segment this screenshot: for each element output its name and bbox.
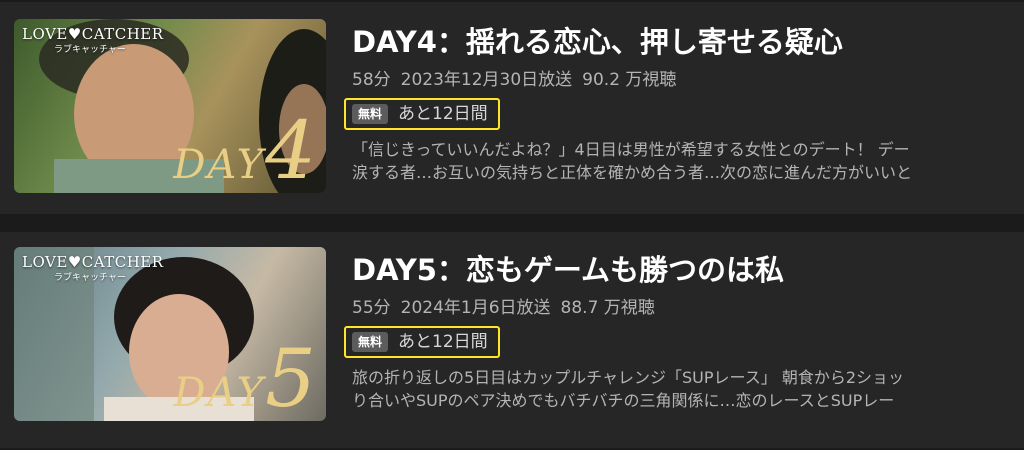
- day-mark: DAY4: [173, 111, 318, 193]
- free-badge: 無料: [352, 332, 389, 352]
- divider: [0, 215, 1024, 232]
- free-badge: 無料: [352, 104, 389, 124]
- show-logo-sub: ラブキャッチャー: [54, 273, 126, 283]
- episode-description: 旅の折り返しの5日目はカップルチャレンジ「SUPレース」 朝食から2ショッ り合…: [352, 366, 1024, 412]
- episode-item-day4[interactable]: LOVE♥CATCHER ラブキャッチャー DAY4 DAY4：揺れる恋心、押し…: [0, 2, 1024, 214]
- day-mark-number: 4: [265, 104, 318, 193]
- episode-views: 88.7 万視聴: [560, 298, 655, 318]
- episode-list: LOVE♥CATCHER ラブキャッチャー DAY4 DAY4：揺れる恋心、押し…: [0, 0, 1024, 450]
- show-logo-sub: ラブキャッチャー: [54, 45, 126, 55]
- description-line: 涙する者…お互いの気持ちと正体を確かめ合う者…次の恋に進んだ方がいいと: [352, 163, 913, 182]
- remaining-days: あと12日間: [398, 104, 488, 124]
- episode-thumbnail[interactable]: LOVE♥CATCHER ラブキャッチャー DAY5: [14, 247, 326, 421]
- day-mark-word: DAY: [173, 142, 266, 188]
- description-line: り合いやSUPのペア決めでもバチバチの三角関係に…恋のレースとSUPレー: [352, 391, 895, 410]
- show-logo: LOVE♥CATCHER: [22, 25, 164, 43]
- episode-title[interactable]: DAY4：揺れる恋心、押し寄せる疑心: [352, 20, 1024, 64]
- day-mark-number: 5: [265, 332, 318, 421]
- description-line: 旅の折り返しの5日目はカップルチャレンジ「SUPレース」 朝食から2ショッ: [352, 368, 905, 387]
- episode-thumbnail[interactable]: LOVE♥CATCHER ラブキャッチャー DAY4: [14, 19, 326, 193]
- episode-duration: 55分: [352, 298, 391, 318]
- episode-title[interactable]: DAY5：恋もゲームも勝つのは私: [352, 248, 1024, 292]
- episode-meta: 55分 2024年1月6日放送 88.7 万視聴: [352, 296, 1024, 320]
- availability-highlight: 無料 あと12日間: [344, 98, 500, 130]
- episode-description: 「信じきっていいんだよね？」4日目は男性が希望する女性とのデート！ デー 涙する…: [352, 138, 1024, 184]
- episode-item-day5[interactable]: LOVE♥CATCHER ラブキャッチャー DAY5 DAY5：恋もゲームも勝つ…: [0, 232, 1024, 448]
- episode-meta: 58分 2023年12月30日放送 90.2 万視聴: [352, 68, 1024, 92]
- remaining-days: あと12日間: [398, 332, 488, 352]
- episode-views: 90.2 万視聴: [582, 70, 677, 90]
- episode-duration: 58分: [352, 70, 391, 90]
- episode-air-date: 2024年1月6日放送: [400, 298, 551, 318]
- episode-air-date: 2023年12月30日放送: [400, 70, 573, 90]
- episode-info: DAY5：恋もゲームも勝つのは私 55分 2024年1月6日放送 88.7 万視…: [344, 248, 1024, 412]
- episode-info: DAY4：揺れる恋心、押し寄せる疑心 58分 2023年12月30日放送 90.…: [344, 20, 1024, 184]
- availability-highlight: 無料 あと12日間: [344, 326, 500, 358]
- day-mark: DAY5: [173, 339, 318, 421]
- show-logo: LOVE♥CATCHER: [22, 253, 164, 271]
- description-line: 「信じきっていいんだよね？」4日目は男性が希望する女性とのデート！ デー: [352, 140, 910, 159]
- day-mark-word: DAY: [173, 370, 266, 416]
